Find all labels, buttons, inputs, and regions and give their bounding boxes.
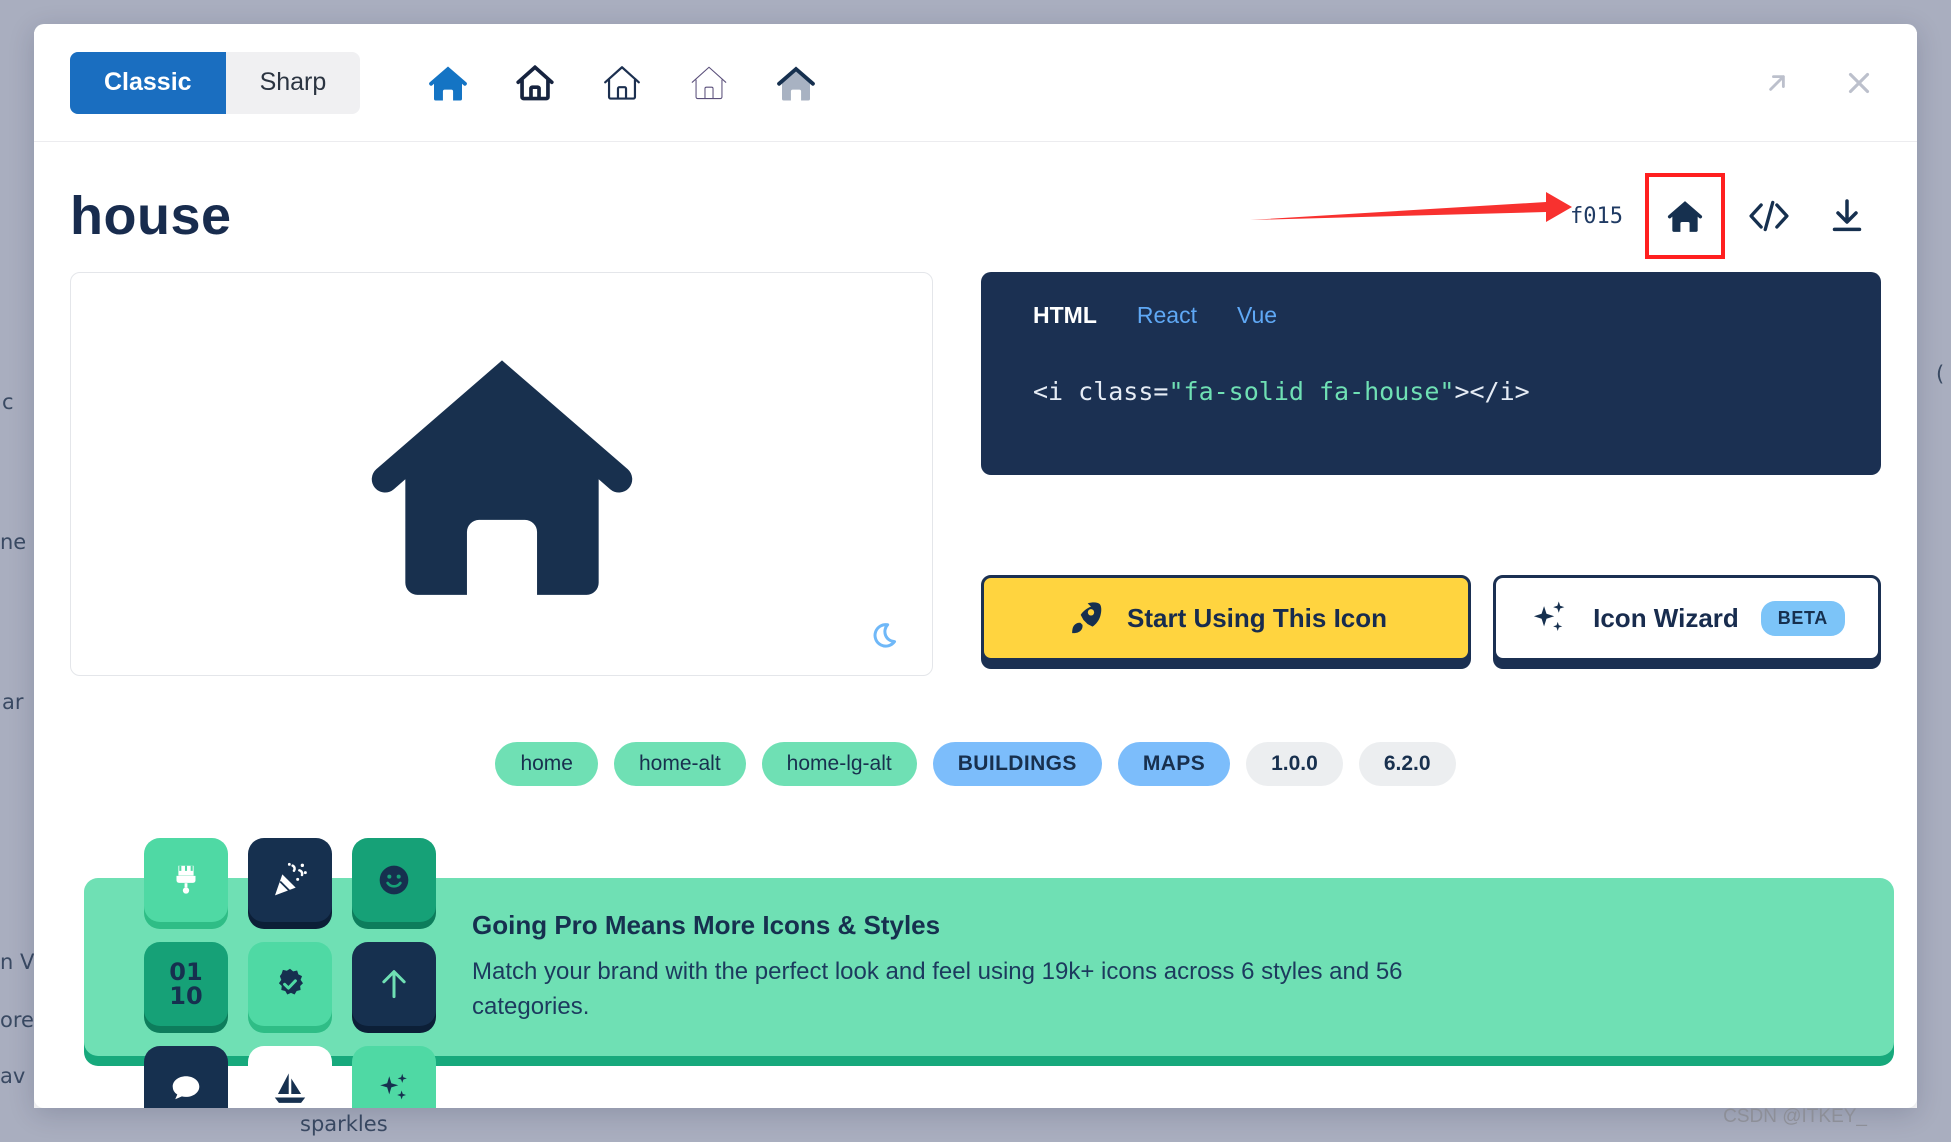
binary-top: 01 bbox=[169, 958, 203, 986]
promo-icon-grid: 01 10 bbox=[144, 838, 436, 1108]
promo-text: Going Pro Means More Icons & Styles Matc… bbox=[472, 910, 1412, 1023]
tag-home-alt[interactable]: home-alt bbox=[613, 742, 746, 786]
start-using-label: Start Using This Icon bbox=[1126, 602, 1388, 633]
detail-actions: f015 bbox=[1570, 173, 1881, 259]
tag-buildings[interactable]: BUILDINGS bbox=[932, 742, 1102, 786]
code-prefix: <i class= bbox=[1033, 377, 1169, 406]
code-tabs: HTML React Vue bbox=[1033, 302, 1829, 329]
beta-badge: BETA bbox=[1760, 600, 1845, 636]
unicode-code: f015 bbox=[1570, 203, 1623, 229]
tile-paintbrush[interactable] bbox=[144, 838, 228, 922]
tab-react[interactable]: React bbox=[1137, 302, 1197, 329]
sparkles-icon bbox=[1534, 601, 1565, 631]
icon-wizard-button[interactable]: Icon Wizard BETA bbox=[1493, 575, 1881, 661]
moon-icon[interactable] bbox=[870, 619, 904, 653]
comment-icon bbox=[172, 1076, 200, 1100]
tile-arrow-up[interactable] bbox=[352, 942, 436, 1026]
tag-version-6-2-0[interactable]: 6.2.0 bbox=[1358, 742, 1456, 786]
bg-text-fragment: ar bbox=[2, 690, 24, 714]
promo-section: Going Pro Means More Icons & Styles Matc… bbox=[70, 838, 1894, 1108]
house-preview-icon bbox=[371, 360, 632, 595]
tile-comment[interactable] bbox=[144, 1046, 228, 1108]
style-toggle-classic[interactable]: Classic bbox=[70, 51, 226, 114]
icon-variant-list bbox=[420, 55, 824, 111]
overlay-bottom bbox=[0, 1108, 1951, 1142]
header-actions bbox=[1757, 63, 1879, 103]
style-toggle-group[interactable]: Classic Sharp bbox=[70, 51, 361, 114]
code-snippet[interactable]: <i class="fa-solid fa-house"></i> bbox=[1033, 377, 1829, 406]
bg-text-fragment: sparkles bbox=[300, 1112, 388, 1136]
icon-preview-card bbox=[70, 272, 933, 676]
paintbrush-icon bbox=[176, 865, 196, 894]
promo-body: Match your brand with the perfect look a… bbox=[472, 958, 1403, 1020]
code-suffix: ></i> bbox=[1454, 377, 1530, 406]
close-icon[interactable] bbox=[1839, 63, 1879, 103]
tag-home[interactable]: home bbox=[495, 742, 598, 786]
smile-icon bbox=[379, 865, 409, 895]
bg-text-fragment: ore bbox=[0, 1008, 34, 1032]
tile-binary[interactable]: 01 10 bbox=[144, 942, 228, 1026]
code-panel: HTML React Vue <i class="fa-solid fa-hou… bbox=[981, 272, 1881, 475]
binary-bottom: 10 bbox=[169, 982, 203, 1010]
bg-text-fragment: ne bbox=[0, 530, 27, 554]
detail-columns: HTML React Vue <i class="fa-solid fa-hou… bbox=[70, 272, 1881, 676]
cta-row: Start Using This Icon Icon Wizard BETA bbox=[981, 575, 1881, 661]
tile-party-horn[interactable] bbox=[248, 838, 332, 922]
tag-maps[interactable]: MAPS bbox=[1117, 742, 1231, 786]
tab-vue[interactable]: Vue bbox=[1237, 302, 1277, 329]
tile-sparkles[interactable] bbox=[352, 1046, 436, 1108]
tag-home-lg-alt[interactable]: home-lg-alt bbox=[761, 742, 917, 786]
house-bold-outline-glyph bbox=[516, 64, 554, 100]
start-using-this-icon-button[interactable]: Start Using This Icon bbox=[981, 575, 1471, 661]
sparkles-tile-icon bbox=[380, 1073, 407, 1100]
page-title: house bbox=[70, 186, 232, 246]
icon-detail-modal: Classic Sharp house f015 HTML React Vue … bbox=[34, 24, 1917, 1108]
party-horn-icon bbox=[275, 862, 307, 896]
icon-wizard-label: Icon Wizard bbox=[1593, 602, 1739, 633]
watermark: CSDN @ITKEY_ bbox=[1723, 1106, 1867, 1127]
bg-text-fragment: c bbox=[2, 390, 14, 414]
rocket-icon bbox=[1072, 602, 1102, 634]
sailboat-icon bbox=[274, 1073, 306, 1103]
house-duotone-glyph bbox=[777, 66, 816, 100]
code-column: HTML React Vue <i class="fa-solid fa-hou… bbox=[981, 272, 1881, 676]
variant-house-regular-outline-icon[interactable] bbox=[594, 55, 650, 111]
modal-header: Classic Sharp bbox=[34, 24, 1917, 142]
tile-sailboat[interactable] bbox=[248, 1046, 332, 1108]
tag-version-1-0-0[interactable]: 1.0.0 bbox=[1246, 742, 1343, 786]
style-toggle-sharp[interactable]: Sharp bbox=[226, 52, 361, 114]
code-icon[interactable] bbox=[1735, 182, 1803, 250]
bg-text-fragment: ( bbox=[1936, 362, 1945, 386]
house-thin-outline-glyph bbox=[691, 66, 727, 99]
external-link-icon[interactable] bbox=[1757, 63, 1797, 103]
variant-house-duotone-icon[interactable] bbox=[768, 55, 824, 111]
variant-house-thin-outline-icon[interactable] bbox=[681, 55, 737, 111]
modal-body: house f015 HTML React Vue <i class="fa-s… bbox=[34, 173, 1917, 1108]
variant-house-bold-outline-icon[interactable] bbox=[507, 55, 563, 111]
preview-icon[interactable] bbox=[1645, 173, 1725, 259]
overlay-right bbox=[1917, 32, 1951, 1116]
tile-badge-check[interactable] bbox=[248, 942, 332, 1026]
tab-html[interactable]: HTML bbox=[1033, 302, 1097, 329]
binary-icon: 01 10 bbox=[169, 960, 202, 1008]
tag-list: home home-alt home-lg-alt BUILDINGS MAPS… bbox=[70, 742, 1881, 786]
title-row: house f015 bbox=[70, 173, 1881, 259]
badge-check-icon bbox=[278, 968, 303, 995]
house-solid-glyph bbox=[429, 66, 468, 100]
bg-text-fragment: av bbox=[0, 1064, 26, 1088]
variant-house-solid-icon[interactable] bbox=[420, 55, 476, 111]
promo-title: Going Pro Means More Icons & Styles bbox=[472, 910, 941, 941]
bg-text-fragment: n V bbox=[0, 950, 35, 974]
arrow-up-icon bbox=[382, 970, 406, 999]
download-icon[interactable] bbox=[1813, 182, 1881, 250]
tile-smile[interactable] bbox=[352, 838, 436, 922]
house-regular-outline-glyph bbox=[604, 65, 641, 100]
code-string: "fa-solid fa-house" bbox=[1168, 377, 1455, 406]
